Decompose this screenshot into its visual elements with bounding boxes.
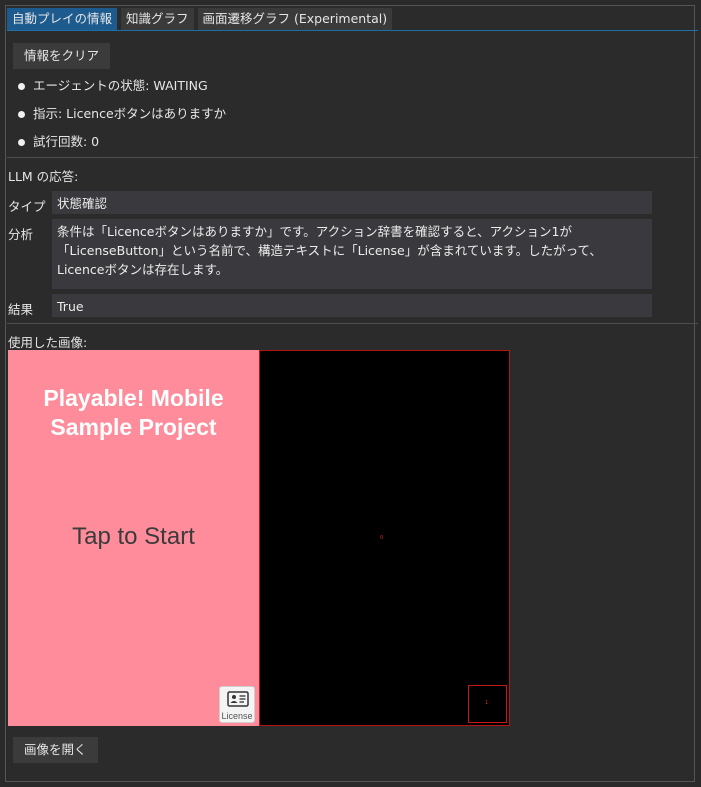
divider (7, 323, 698, 324)
tab-bar: 自動プレイの情報 知識グラフ 画面遷移グラフ (Experimental) (7, 8, 698, 31)
type-label: タイプ (8, 199, 46, 214)
bullet-icon (18, 83, 25, 90)
bullet-icon (18, 111, 25, 118)
annotated-screenshot: 0 1 (259, 350, 510, 726)
element-index-1: 1 (485, 700, 489, 706)
agent-status-text: エージェントの状態: WAITING (33, 78, 208, 93)
analysis-label: 分析 (8, 227, 34, 242)
open-image-button[interactable]: 画像を開く (13, 737, 98, 763)
bullet-icon (18, 139, 25, 146)
used-images-heading: 使用した画像: (8, 335, 88, 350)
tap-to-start-text: Tap to Start (72, 523, 195, 550)
tab-knowledge-graph[interactable]: 知識グラフ (121, 8, 194, 30)
analysis-line: 「LicenseButton」という名前で、構造テキストに「License」が含… (57, 243, 602, 258)
attempt-count-text: 試行回数: 0 (33, 134, 100, 149)
element-box-1: 1 (468, 685, 507, 723)
used-images: Playable! Mobile Sample Project Tap to S… (8, 350, 510, 726)
analysis-value: 条件は「Licenceボタンはありますか」です。アクション辞書を確認すると、アク… (52, 219, 652, 289)
clear-info-button[interactable]: 情報をクリア (13, 43, 111, 69)
game-title: Playable! Mobile Sample Project (8, 384, 259, 442)
license-button: License (219, 686, 255, 723)
analysis-line: Licenceボタンは存在します。 (57, 262, 229, 277)
divider (7, 157, 698, 158)
license-label: License (221, 711, 253, 721)
agent-status-item: エージェントの状態: WAITING (15, 76, 615, 96)
tab-screen-transition-graph[interactable]: 画面遷移グラフ (Experimental) (197, 8, 393, 30)
instruction-text: 指示: Licenceボタンはありますか (33, 106, 227, 121)
llm-response-heading: LLM の応答: (8, 169, 79, 184)
analysis-line: 条件は「Licenceボタンはありますか」です。アクション辞書を確認すると、アク… (57, 224, 572, 239)
element-index-0: 0 (380, 535, 384, 541)
instruction-item: 指示: Licenceボタンはありますか (15, 104, 615, 124)
game-title-line: Sample Project (50, 414, 217, 440)
id-card-icon (227, 691, 249, 707)
attempt-count-item: 試行回数: 0 (15, 132, 615, 152)
result-value: True (52, 294, 652, 317)
result-label: 結果 (8, 302, 34, 317)
game-title-line: Playable! Mobile (43, 385, 224, 411)
tab-auto-play-info[interactable]: 自動プレイの情報 (7, 8, 118, 30)
type-value: 状態確認 (52, 191, 652, 214)
game-screenshot: Playable! Mobile Sample Project Tap to S… (8, 350, 259, 726)
